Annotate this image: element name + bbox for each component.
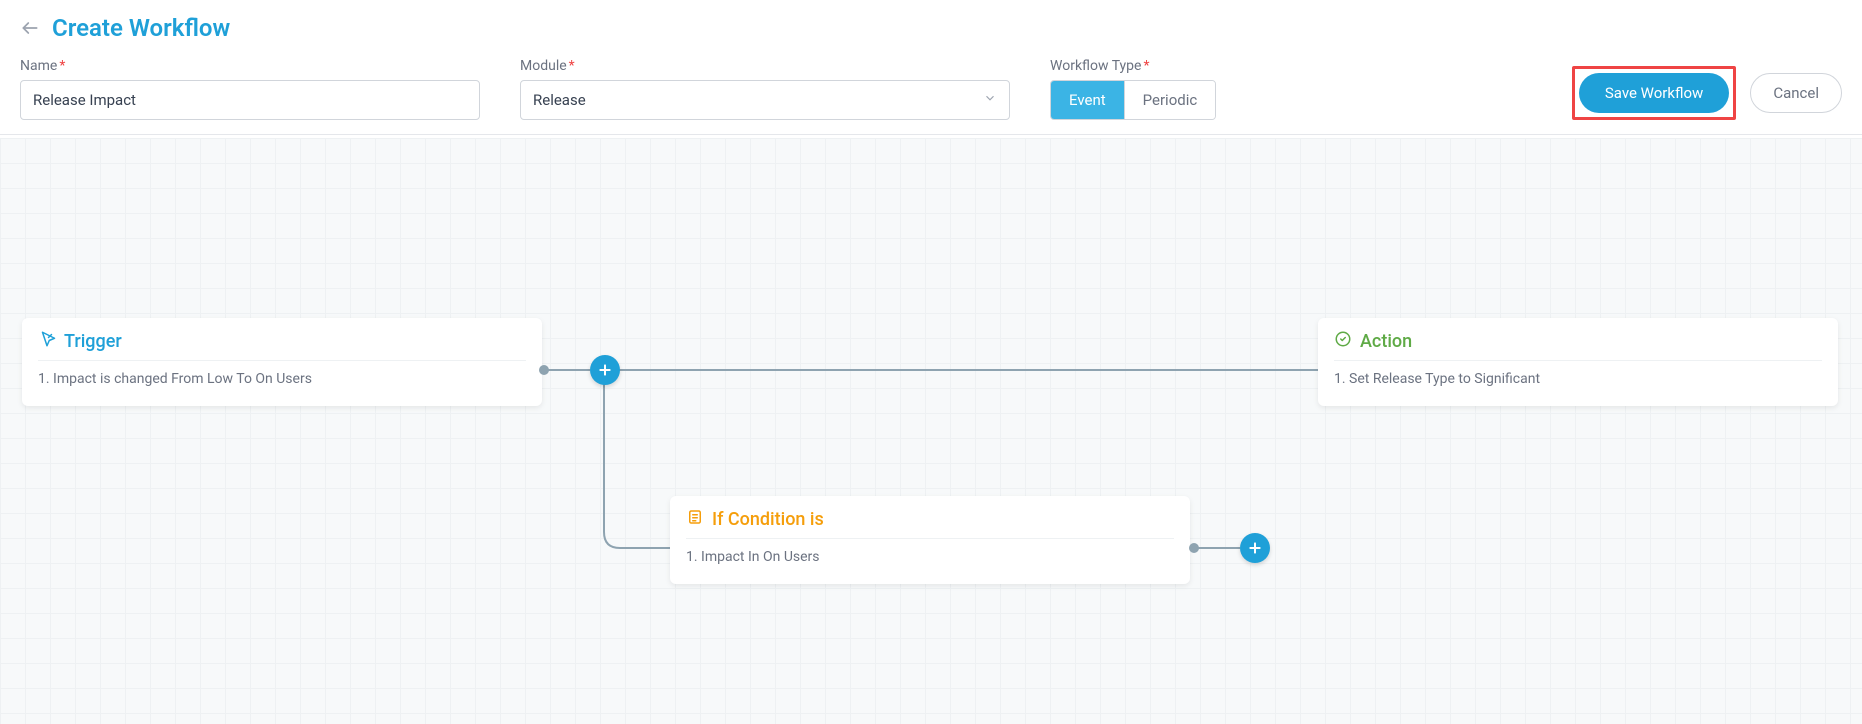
trigger-icon — [38, 330, 56, 352]
header-actions: Save Workflow Cancel — [1572, 66, 1842, 120]
page-title: Create Workflow — [52, 14, 230, 42]
trigger-node[interactable]: Trigger 1. Impact is changed From Low To… — [22, 318, 542, 406]
trigger-body: 1. Impact is changed From Low To On User… — [38, 369, 526, 390]
action-node[interactable]: Action 1. Set Release Type to Significan… — [1318, 318, 1838, 406]
add-node-button-2[interactable] — [1240, 533, 1270, 563]
condition-body: 1. Impact In On Users — [686, 547, 1174, 568]
condition-title: If Condition is — [712, 509, 824, 530]
workflow-canvas[interactable]: Trigger 1. Impact is changed From Low To… — [0, 138, 1862, 724]
module-select[interactable]: Release — [520, 80, 1010, 120]
workflow-header: Create Workflow Name* Module* Release Wo… — [0, 0, 1862, 135]
action-body: 1. Set Release Type to Significant — [1334, 369, 1822, 390]
add-node-button-1[interactable] — [590, 355, 620, 385]
save-workflow-button[interactable]: Save Workflow — [1579, 73, 1729, 113]
type-label: Workflow Type* — [1050, 58, 1216, 74]
form-row: Name* Module* Release Workflow Type* Eve… — [20, 58, 1842, 120]
condition-line-1: 1. Impact In On Users — [686, 547, 1174, 568]
condition-node[interactable]: If Condition is 1. Impact In On Users — [670, 496, 1190, 584]
trigger-line-1: 1. Impact is changed From Low To On User… — [38, 369, 526, 390]
module-label: Module* — [520, 58, 1010, 74]
name-field: Name* — [20, 58, 480, 120]
title-row: Create Workflow — [20, 14, 1842, 42]
back-arrow-icon[interactable] — [20, 18, 40, 38]
trigger-title: Trigger — [64, 331, 122, 352]
name-input[interactable] — [20, 80, 480, 120]
action-icon — [1334, 330, 1352, 352]
condition-output-port[interactable] — [1189, 543, 1199, 553]
action-line-1: 1. Set Release Type to Significant — [1334, 369, 1822, 390]
save-button-highlight: Save Workflow — [1572, 66, 1736, 120]
module-value: Release — [533, 91, 586, 109]
cancel-button[interactable]: Cancel — [1750, 73, 1842, 113]
action-title: Action — [1360, 331, 1412, 352]
trigger-output-port[interactable] — [539, 365, 549, 375]
workflow-type-toggle: Event Periodic — [1050, 80, 1216, 120]
type-periodic-button[interactable]: Periodic — [1124, 81, 1216, 119]
type-event-button[interactable]: Event — [1051, 81, 1124, 119]
type-field: Workflow Type* Event Periodic — [1050, 58, 1216, 120]
workflow-connectors — [0, 138, 1862, 724]
chevron-down-icon — [983, 91, 997, 109]
module-field: Module* Release — [520, 58, 1010, 120]
condition-icon — [686, 508, 704, 530]
name-label: Name* — [20, 58, 480, 74]
